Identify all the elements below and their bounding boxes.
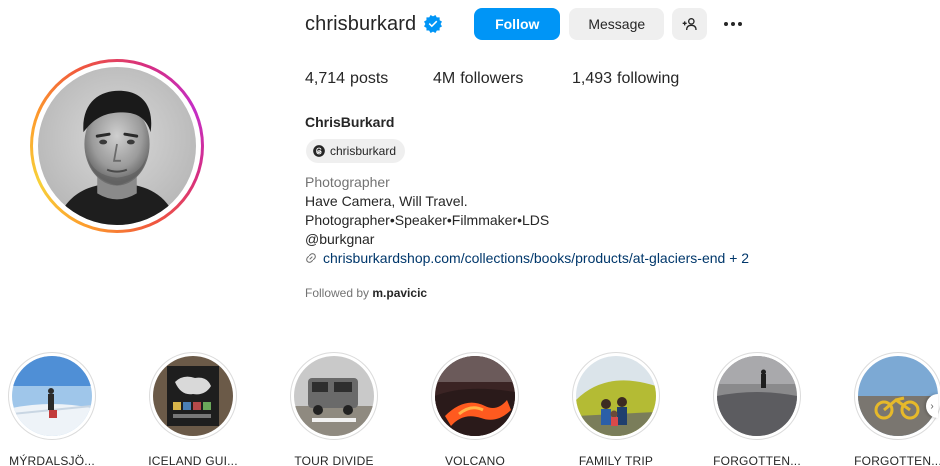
username: chrisburkard	[305, 12, 417, 35]
profile-avatar-photo	[38, 67, 196, 225]
profile-link[interactable]: chrisburkardshop.com/collections/books/p…	[305, 250, 749, 266]
story-highlight[interactable]: VOLCANO	[429, 352, 521, 466]
story-highlight[interactable]: ICELAND GUI...	[147, 352, 239, 466]
highlight-ring	[854, 352, 940, 440]
story-highlight[interactable]: TOUR DIVIDE	[288, 352, 380, 466]
followers-count: 4M	[433, 70, 456, 87]
posts-count: 4,714	[305, 70, 346, 87]
highlight-cover	[576, 356, 656, 436]
highlight-label: FAMILY TRIP	[578, 454, 654, 466]
highlight-label: TOUR DIVIDE	[294, 454, 374, 466]
threads-icon	[313, 145, 325, 157]
highlight-label: ICELAND GUI...	[148, 454, 238, 466]
followed-by-prefix: Followed by	[305, 286, 370, 300]
chevron-right-icon: ›	[930, 400, 934, 412]
bio-line: Have Camera, Will Travel.	[305, 193, 468, 209]
bio-line: Photographer•Speaker•Filmmaker•LDS	[305, 212, 550, 228]
highlight-ring	[290, 352, 378, 440]
highlight-ring	[8, 352, 96, 440]
full-name: ChrisBurkard	[305, 114, 395, 130]
following-label: following	[617, 70, 680, 87]
followed-by-user: m.pavicic	[372, 286, 428, 300]
highlight-label: MÝRDALSJÖ...	[9, 454, 95, 466]
story-highlight[interactable]: FAMILY TRIP	[570, 352, 662, 466]
highlight-cover	[435, 356, 515, 436]
bio-mention-link[interactable]: @burkgnar	[305, 231, 374, 247]
more-dots-icon	[724, 22, 743, 26]
suggest-similar-button[interactable]	[672, 8, 708, 40]
story-highlight[interactable]: FORGOTTEN...	[711, 352, 803, 466]
followers-label: followers	[460, 70, 524, 87]
threads-badge[interactable]: chrisburkard	[306, 139, 406, 163]
posts-stat: 4,714 posts	[305, 70, 433, 88]
threads-handle: chrisburkard	[330, 144, 397, 158]
profile-avatar-frame	[33, 62, 201, 230]
highlight-ring	[572, 352, 660, 440]
highlight-cover	[153, 356, 233, 436]
link-icon	[306, 253, 316, 263]
followed-by[interactable]: Followed by m.pavicic	[305, 286, 427, 300]
highlight-ring	[431, 352, 519, 440]
highlight-cover	[717, 356, 797, 436]
profile-avatar-ring[interactable]	[30, 59, 204, 233]
posts-label: posts	[350, 70, 389, 87]
story-highlight[interactable]: MÝRDALSJÖ...	[6, 352, 98, 466]
highlight-cover	[858, 356, 938, 436]
highlight-label: VOLCANO	[444, 454, 506, 466]
more-options-button[interactable]	[720, 11, 746, 37]
add-person-icon	[682, 18, 697, 31]
following-stat[interactable]: 1,493 following	[572, 70, 679, 88]
highlight-cover	[12, 356, 92, 436]
following-count: 1,493	[572, 70, 613, 87]
message-button[interactable]: Message	[569, 8, 665, 40]
highlight-ring	[713, 352, 801, 440]
highlight-label: FORGOTTEN...	[713, 454, 801, 466]
profile-link-text: chrisburkardshop.com/collections/books/p…	[323, 250, 750, 266]
verified-badge-icon	[424, 15, 443, 33]
follow-button[interactable]: Follow	[474, 8, 561, 40]
profile-stats: 4,714 posts 4M followers 1,493 following	[305, 70, 679, 88]
highlight-cover	[294, 356, 374, 436]
highlight-label: FORGOTTEN...	[854, 454, 940, 466]
profile-category: Photographer	[305, 174, 390, 190]
highlight-ring	[149, 352, 237, 440]
profile-header: chrisburkard Follow Message	[305, 7, 746, 41]
followers-stat[interactable]: 4M followers	[433, 70, 572, 88]
